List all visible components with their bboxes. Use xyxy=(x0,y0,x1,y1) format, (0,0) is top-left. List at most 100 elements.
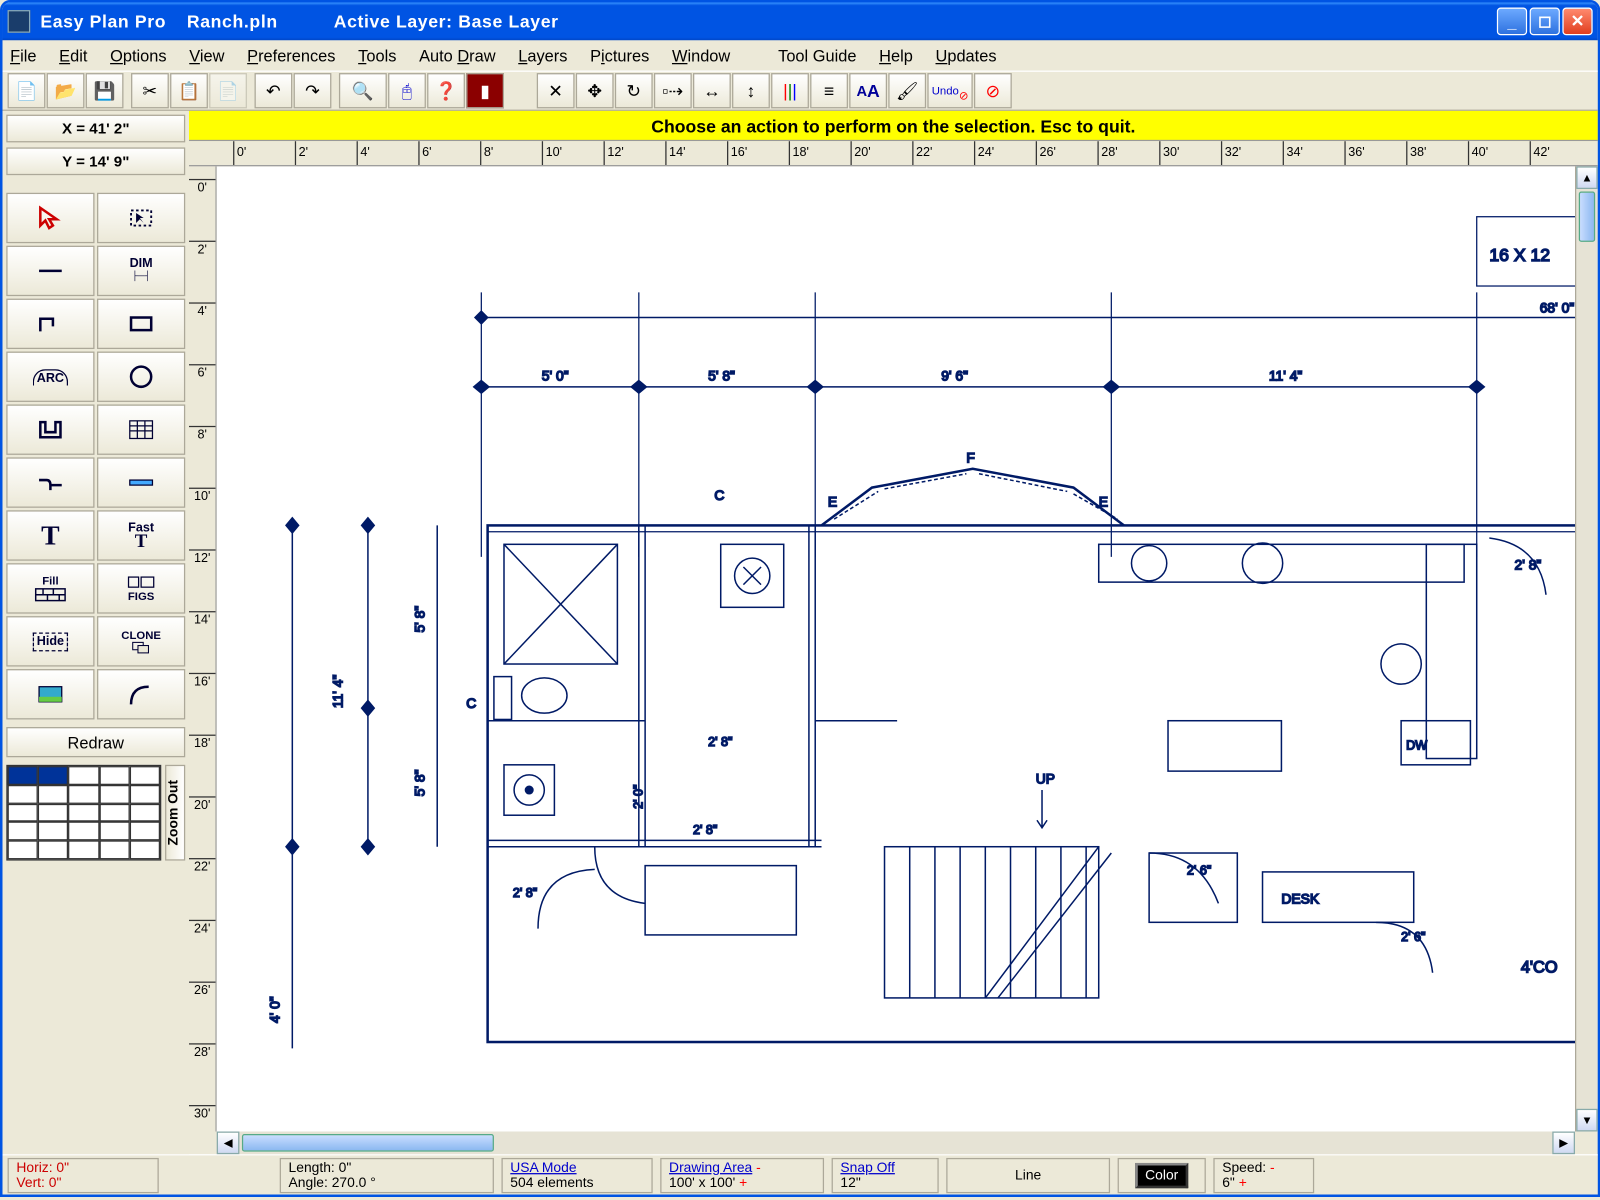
tool-fasttext[interactable]: FastT xyxy=(97,510,185,560)
menu-toolguide[interactable]: Tool Guide xyxy=(778,46,856,65)
dim-d2: 5' 8" xyxy=(708,368,735,384)
tb-cut[interactable]: ✂ xyxy=(131,73,169,108)
dim-door4: 2' 6" xyxy=(1187,863,1211,877)
scroll-down-icon[interactable]: ▼ xyxy=(1576,1109,1597,1132)
tb-paste[interactable]: 📄 xyxy=(209,73,247,108)
tool-image[interactable] xyxy=(6,669,94,719)
status-mode[interactable]: USA Mode xyxy=(510,1160,644,1175)
tb-delete[interactable]: ✕ xyxy=(537,73,575,108)
tool-fill[interactable]: Fill xyxy=(6,563,94,613)
close-button[interactable]: ✕ xyxy=(1562,8,1592,36)
dim-door3: 2' 8" xyxy=(513,886,537,900)
tool-beam[interactable] xyxy=(97,457,185,507)
menu-view[interactable]: View xyxy=(189,46,224,65)
tool-palette: DIM├─┤ ARC T FastT Fill FIGS Hide CLONE xyxy=(3,189,189,723)
menu-autodraw[interactable]: Auto Draw xyxy=(419,46,495,65)
tb-move[interactable]: ✥ xyxy=(576,73,614,108)
scroll-right-icon[interactable]: ▶ xyxy=(1552,1131,1575,1154)
tool-marquee[interactable] xyxy=(97,193,185,243)
status-color-button[interactable]: Color xyxy=(1135,1162,1188,1187)
menu-help[interactable]: Help xyxy=(879,46,913,65)
tb-save[interactable]: 💾 xyxy=(86,73,124,108)
tb-redo[interactable]: ↷ xyxy=(294,73,332,108)
menu-window[interactable]: Window xyxy=(672,46,730,65)
menu-file[interactable]: File xyxy=(10,46,36,65)
label-up: UP xyxy=(1036,771,1055,787)
tb-door[interactable]: ▮ xyxy=(466,73,504,108)
tool-hide[interactable]: Hide xyxy=(6,616,94,666)
tb-new[interactable]: 📄 xyxy=(8,73,46,108)
scroll-up-icon[interactable]: ▲ xyxy=(1576,166,1597,189)
menu-preferences[interactable]: Preferences xyxy=(247,46,335,65)
tool-select[interactable] xyxy=(6,193,94,243)
status-angle: Angle: 270.0 ° xyxy=(289,1175,486,1190)
status-snap[interactable]: Snap Off xyxy=(840,1160,929,1175)
tb-help[interactable]: ❓ xyxy=(427,73,465,108)
tool-circle[interactable] xyxy=(97,352,185,402)
tb-text[interactable]: AA xyxy=(849,73,887,108)
coord-x: X = 41' 2" xyxy=(6,115,185,143)
tb-print[interactable]: 🖰 xyxy=(388,73,426,108)
tb-undo[interactable]: ↶ xyxy=(255,73,293,108)
tb-rgb[interactable]: ||| xyxy=(771,73,809,108)
file-name: Ranch.pln xyxy=(187,11,278,31)
tool-rect[interactable] xyxy=(97,299,185,349)
tb-rotate[interactable]: ↻ xyxy=(615,73,653,108)
tool-ushape[interactable] xyxy=(6,404,94,454)
tool-polyline[interactable] xyxy=(6,299,94,349)
tb-copy[interactable]: 📋 xyxy=(170,73,208,108)
scroll-thumb-h[interactable] xyxy=(242,1134,494,1152)
tool-grid[interactable] xyxy=(97,404,185,454)
tool-step[interactable] xyxy=(6,457,94,507)
tb-lock[interactable]: ▫⇢ xyxy=(654,73,692,108)
titlebar: Easy Plan Pro Ranch.pln Active Layer: Ba… xyxy=(3,3,1598,41)
menu-tools[interactable]: Tools xyxy=(358,46,396,65)
status-horiz: Horiz: 0" xyxy=(16,1160,150,1175)
tb-zoom[interactable]: 🔍 xyxy=(339,73,387,108)
overview-grid[interactable] xyxy=(6,765,161,861)
menu-updates[interactable]: Updates xyxy=(936,46,997,65)
scroll-left-icon[interactable]: ◀ xyxy=(217,1131,240,1154)
maximize-button[interactable]: ◻ xyxy=(1530,8,1560,36)
menu-pictures[interactable]: Pictures xyxy=(590,46,649,65)
status-snapval: 12" xyxy=(840,1175,929,1190)
redraw-button[interactable]: Redraw xyxy=(6,727,185,757)
drawing-canvas[interactable]: 68' 0" 5' 0" 5' 8" 9' 6" 11' 4" 16 X 12 xyxy=(217,166,1575,1131)
status-area[interactable]: Drawing Area xyxy=(669,1160,752,1175)
status-vert: Vert: 0" xyxy=(16,1175,150,1190)
tool-text[interactable]: T xyxy=(6,510,94,560)
horizontal-ruler: 0'2'4'6'8'10'12'14'16'18'20'22'24'26'28'… xyxy=(189,141,1598,166)
tb-undo2[interactable]: Undo⊘ xyxy=(927,73,972,108)
horizontal-scrollbar[interactable]: ◀ ▶ xyxy=(217,1131,1575,1154)
tb-hline[interactable]: ≡ xyxy=(810,73,848,108)
vertical-scrollbar[interactable]: ▲ ▼ xyxy=(1575,166,1598,1131)
minimize-button[interactable]: _ xyxy=(1497,8,1527,36)
status-length: Length: 0" xyxy=(289,1160,486,1175)
status-areasize: 100' x 100' xyxy=(669,1175,735,1190)
tb-open[interactable]: 📂 xyxy=(47,73,85,108)
tool-dim[interactable]: DIM├─┤ xyxy=(97,246,185,296)
label-dw: DW xyxy=(1406,739,1427,753)
menu-options[interactable]: Options xyxy=(110,46,166,65)
tb-hflip[interactable]: ↔ xyxy=(693,73,731,108)
tool-curve[interactable] xyxy=(97,669,185,719)
menu-edit[interactable]: Edit xyxy=(59,46,87,65)
left-panel: X = 41' 2" Y = 14' 9" DIM├─┤ ARC T FastT… xyxy=(3,111,189,1154)
dim-door5: 2' 0" xyxy=(632,785,646,809)
zoom-out-button[interactable]: Zoom Out xyxy=(165,765,185,861)
tb-nowalk[interactable]: ⊘ xyxy=(974,73,1012,108)
tool-arc[interactable]: ARC xyxy=(6,352,94,402)
tool-clone[interactable]: CLONE xyxy=(97,616,185,666)
tool-figs[interactable]: FIGS xyxy=(97,563,185,613)
label-desk: DESK xyxy=(1281,890,1319,906)
status-speed: Speed: xyxy=(1222,1160,1266,1175)
menu-layers[interactable]: Layers xyxy=(518,46,567,65)
tb-brush[interactable]: 🖌 xyxy=(888,73,926,108)
tb-vflip[interactable]: ↕ xyxy=(732,73,770,108)
label-e1: E xyxy=(828,494,837,510)
label-c2: C xyxy=(466,695,476,711)
tool-line[interactable] xyxy=(6,246,94,296)
app-icon xyxy=(8,10,31,33)
scroll-thumb-v[interactable] xyxy=(1579,192,1595,242)
status-linetype: Line xyxy=(1015,1167,1041,1182)
